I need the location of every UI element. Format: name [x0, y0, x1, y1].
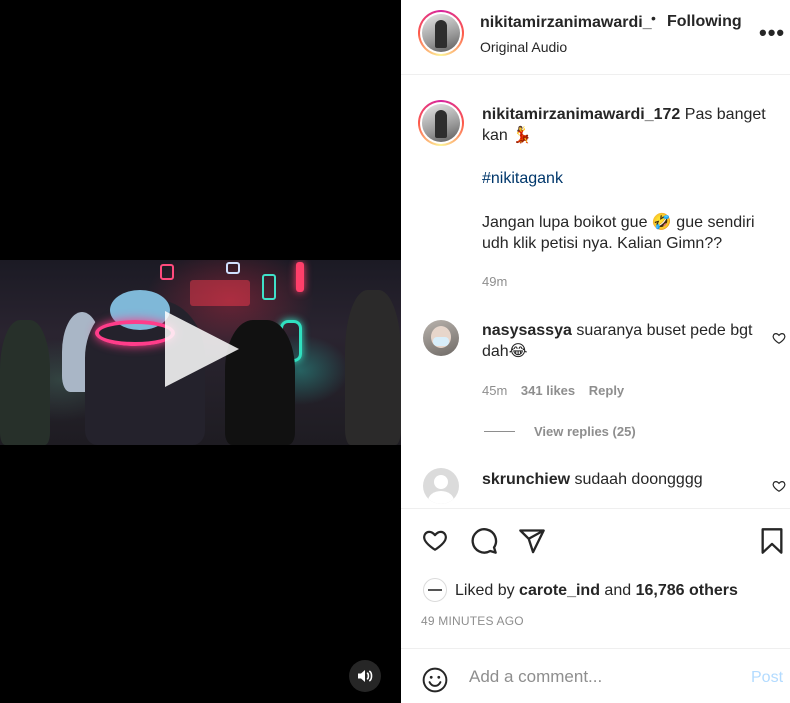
comment-likes[interactable]: 341 likes	[521, 383, 575, 398]
post-actions: Liked by carote_ind and 16,786 others 49…	[401, 508, 790, 648]
comment-text: suaranya buset pede bgt	[576, 322, 753, 339]
hashtag-link[interactable]: #nikitagank	[482, 168, 563, 189]
bookmark-icon[interactable]	[760, 527, 784, 555]
header-username[interactable]: nikitamirzanimawardi_	[480, 14, 652, 32]
figure	[0, 320, 50, 445]
laughing-emoji: 😂	[508, 343, 528, 360]
comments-section[interactable]: nikitamirzanimawardi_172 Pas banget kan …	[401, 76, 790, 508]
send-icon[interactable]	[518, 527, 546, 555]
likes-prefix: Liked by	[455, 582, 515, 599]
neon-sign	[226, 262, 240, 274]
post-side-panel: nikitamirzanimawardi_ • Following Origin…	[401, 0, 790, 703]
view-replies-button[interactable]: View replies (25)	[534, 424, 636, 439]
neon-sign	[160, 264, 174, 280]
caption-text: Pas banget	[684, 106, 766, 123]
avatar[interactable]	[423, 320, 459, 356]
avatar[interactable]	[418, 100, 464, 146]
comment-meta: 45m 341 likes Reply	[482, 383, 624, 398]
post-media[interactable]	[0, 0, 401, 703]
comment-username[interactable]: nasysassya	[482, 322, 572, 339]
neon-sign	[296, 262, 304, 292]
post-button[interactable]: Post	[751, 669, 783, 687]
neon-sign	[190, 280, 250, 306]
comment-heart-icon[interactable]	[772, 331, 786, 345]
play-icon[interactable]	[165, 311, 239, 387]
caption-body: Jangan lupa boikot gue 🤣 gue sendiri udh…	[482, 212, 782, 254]
post-timestamp[interactable]: 49 MINUTES AGO	[421, 614, 524, 628]
comment: skrunchiew sudaah doongggg	[482, 469, 762, 490]
avatar[interactable]	[418, 10, 464, 56]
caption-username[interactable]: nikitamirzanimawardi_172	[482, 106, 680, 123]
separator-dot: •	[651, 10, 656, 26]
speaker-icon[interactable]	[349, 660, 381, 692]
comment-username[interactable]: skrunchiew	[482, 471, 570, 488]
caption-body-text: Jangan lupa boikot gue	[482, 214, 648, 231]
laughing-emoji: 🤣	[651, 214, 672, 231]
replies-divider	[484, 431, 515, 432]
add-comment-bar: Post	[401, 648, 790, 703]
audio-label[interactable]: Original Audio	[480, 39, 567, 55]
caption-time[interactable]: 49m	[482, 274, 507, 289]
comment-icon[interactable]	[470, 527, 498, 555]
likes-others[interactable]: 16,786 others	[636, 582, 738, 599]
comment-input[interactable]	[469, 665, 739, 689]
likes-user[interactable]: carote_ind	[519, 582, 600, 599]
comment: nasysassya suaranya buset pede bgt dah😂	[482, 320, 762, 362]
heart-icon[interactable]	[421, 527, 449, 553]
caption-body-text: udh klik petisi nya. Kalian Gimn??	[482, 235, 723, 252]
video-player[interactable]	[0, 260, 401, 445]
visor-glow	[95, 320, 175, 346]
avatar[interactable]	[423, 578, 447, 602]
neon-sign	[262, 274, 276, 300]
figure	[345, 290, 401, 445]
comment-text: dah	[482, 343, 509, 360]
post-header: nikitamirzanimawardi_ • Following Origin…	[401, 0, 790, 75]
smiley-icon[interactable]	[422, 667, 448, 693]
likes-summary: Liked by carote_ind and 16,786 others	[455, 580, 738, 601]
following-button[interactable]: Following	[667, 13, 742, 31]
caption: nikitamirzanimawardi_172 Pas banget kan …	[482, 104, 782, 146]
more-horizontal-icon[interactable]: •••	[759, 20, 785, 46]
comment-time[interactable]: 45m	[482, 383, 507, 398]
reply-button[interactable]: Reply	[589, 383, 624, 398]
comment-heart-icon[interactable]	[772, 479, 786, 493]
caption-body-text: gue sendiri	[676, 214, 755, 231]
likes-middle: and	[604, 582, 632, 599]
dancer-emoji: 💃	[512, 127, 533, 144]
comment-text: sudaah doongggg	[574, 471, 703, 488]
caption-text: kan	[482, 127, 508, 144]
avatar[interactable]	[423, 468, 459, 504]
